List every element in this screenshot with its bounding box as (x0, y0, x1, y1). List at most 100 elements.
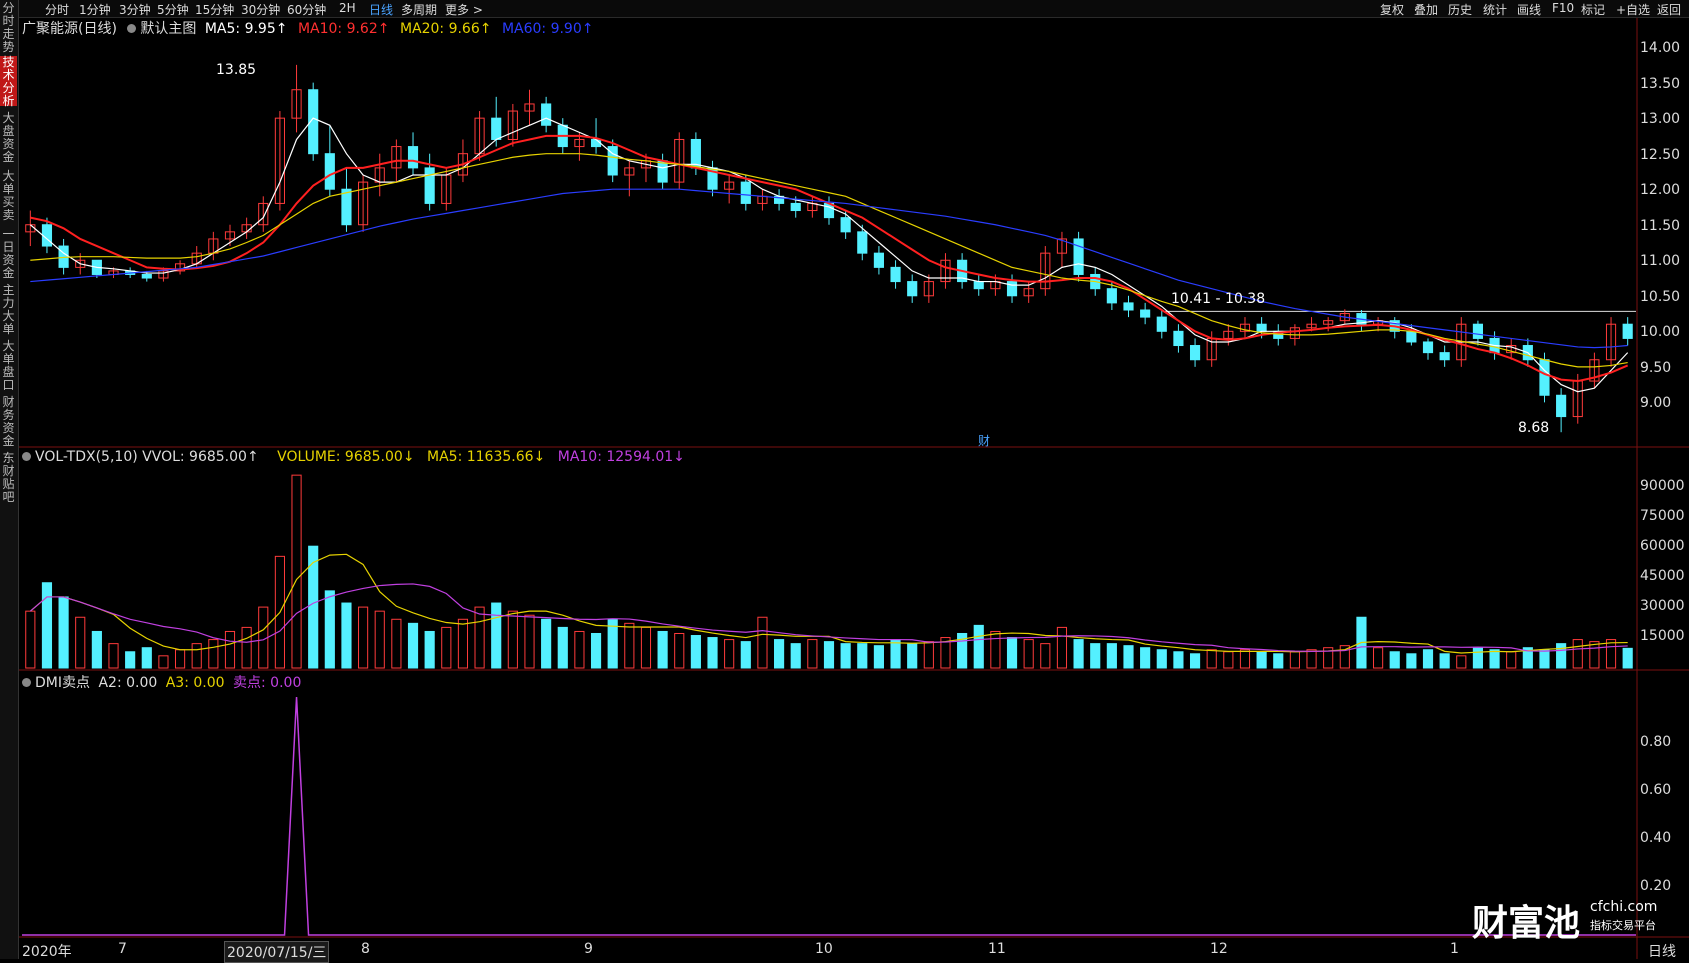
volume-tick: 75000 (1640, 508, 1685, 524)
volume-label: VOLUME: 9685.00↓ (277, 449, 415, 465)
volume-bar (690, 635, 701, 669)
candle-body (840, 217, 851, 233)
price-tick: 12.00 (1640, 182, 1681, 198)
ma5-label: MA5: 9.95↑ (204, 21, 288, 37)
candle-body (491, 117, 502, 140)
candle-body (407, 146, 419, 169)
candle-body (1539, 359, 1550, 396)
kline-chart-canvas[interactable] (0, 0, 1689, 959)
volume-tick: 45000 (1640, 568, 1685, 584)
watermark-slogan: 指标交易平台 (1590, 919, 1656, 932)
dmi-a2-label: A2: 0.00 (98, 675, 158, 691)
vol-ma10-label: MA10: 12594.01↓ (557, 449, 685, 465)
volume-bar (1539, 649, 1550, 669)
x-tick: 8 (361, 941, 370, 957)
volume-bar (474, 606, 485, 669)
x-tick: 12 (1210, 941, 1228, 957)
volume-bar (358, 606, 369, 669)
vol-indicator-name[interactable]: VOL-TDX(5,10) (35, 449, 138, 465)
x-tick: 11 (988, 941, 1006, 957)
volume-bar (1572, 639, 1583, 669)
candle-body (890, 266, 901, 283)
candle-body (1156, 316, 1167, 332)
dmi-indicator-name[interactable]: DMI卖点 (35, 675, 90, 691)
candle-body (1189, 345, 1201, 361)
volume-bar (191, 643, 202, 669)
volume-bar (524, 614, 535, 669)
candle-body (1406, 330, 1417, 343)
candle-body (1422, 341, 1434, 354)
volume-bar (491, 602, 502, 669)
volume-bar (208, 639, 219, 669)
candle-body (1439, 352, 1450, 361)
volume-bar (807, 639, 818, 669)
volume-bar (624, 622, 635, 669)
volume-bar (1006, 637, 1018, 669)
price-tick: 10.50 (1640, 289, 1681, 305)
volume-bar (574, 630, 585, 669)
x-tick: 10 (815, 941, 833, 957)
volume-bar (374, 610, 385, 669)
finance-marker[interactable]: 财 (978, 432, 990, 449)
candle-body (907, 281, 918, 297)
volume-settings-icon[interactable] (22, 452, 31, 461)
volume-bar (1140, 647, 1151, 669)
settings-circle-icon[interactable] (127, 24, 137, 33)
volume-bar (1306, 649, 1317, 669)
volume-bar (174, 649, 186, 669)
volume-bar (1189, 653, 1201, 669)
price-tick: 9.00 (1640, 395, 1672, 411)
candle-body (1256, 323, 1267, 332)
candle-body (790, 202, 801, 212)
volume-bar (75, 616, 86, 669)
price-tick: 10.00 (1640, 324, 1681, 340)
volume-bar (91, 630, 102, 669)
volume-bar (1439, 653, 1450, 669)
main-chart-header: 广聚能源(日线) 默认主图 MA5: 9.95↑ MA10: 9.62↑ MA2… (22, 18, 593, 38)
price-tick: 12.50 (1640, 147, 1681, 163)
candle-body (341, 188, 352, 226)
ma-line-ma5 (29, 117, 1629, 393)
x-tick: 1 (1450, 941, 1459, 957)
volume-tick: 15000 (1640, 628, 1685, 644)
volume-bar (1506, 651, 1517, 669)
volume-bar (291, 474, 302, 669)
low-price-annotation: 8.68 (1518, 420, 1550, 436)
watermark-brand: 财富池 (1472, 903, 1581, 944)
candle-body (740, 181, 751, 204)
volume-bar (507, 610, 518, 669)
volume-bar (41, 582, 53, 669)
volume-bar (308, 545, 319, 669)
template-label[interactable]: 默认主图 (140, 21, 196, 37)
volume-bar (108, 643, 119, 669)
ma20-label: MA20: 9.66↑ (399, 21, 492, 37)
volume-bar (1156, 649, 1167, 669)
volume-bar (557, 626, 568, 669)
dmi-settings-icon[interactable] (22, 678, 31, 687)
volume-bar (1123, 645, 1134, 669)
volume-bar (640, 626, 652, 669)
candle-body (590, 138, 602, 148)
volume-bar (1556, 643, 1567, 669)
high-price-annotation: 13.85 (216, 62, 257, 78)
volume-bar (1106, 643, 1117, 669)
candle-body (1106, 288, 1117, 304)
price-tick: 13.50 (1640, 76, 1681, 92)
volume-bar (1056, 626, 1068, 669)
volume-bar (1589, 641, 1600, 669)
candle-body (1472, 323, 1484, 339)
volume-tick: 90000 (1640, 478, 1685, 494)
ma10-label: MA10: 9.62↑ (297, 21, 390, 37)
stock-title[interactable]: 广聚能源(日线) (22, 21, 117, 37)
candle-body (1140, 309, 1151, 318)
volume-bar (1605, 639, 1617, 669)
volume-tick: 60000 (1640, 538, 1685, 554)
candle-body (1622, 323, 1633, 339)
volume-bar (1456, 655, 1467, 669)
volume-bar (1090, 643, 1101, 669)
volume-bar (1406, 653, 1417, 669)
volume-bar (1339, 645, 1350, 669)
candle-body (1173, 330, 1184, 347)
volume-bar (857, 643, 868, 669)
candle-body (873, 252, 884, 268)
